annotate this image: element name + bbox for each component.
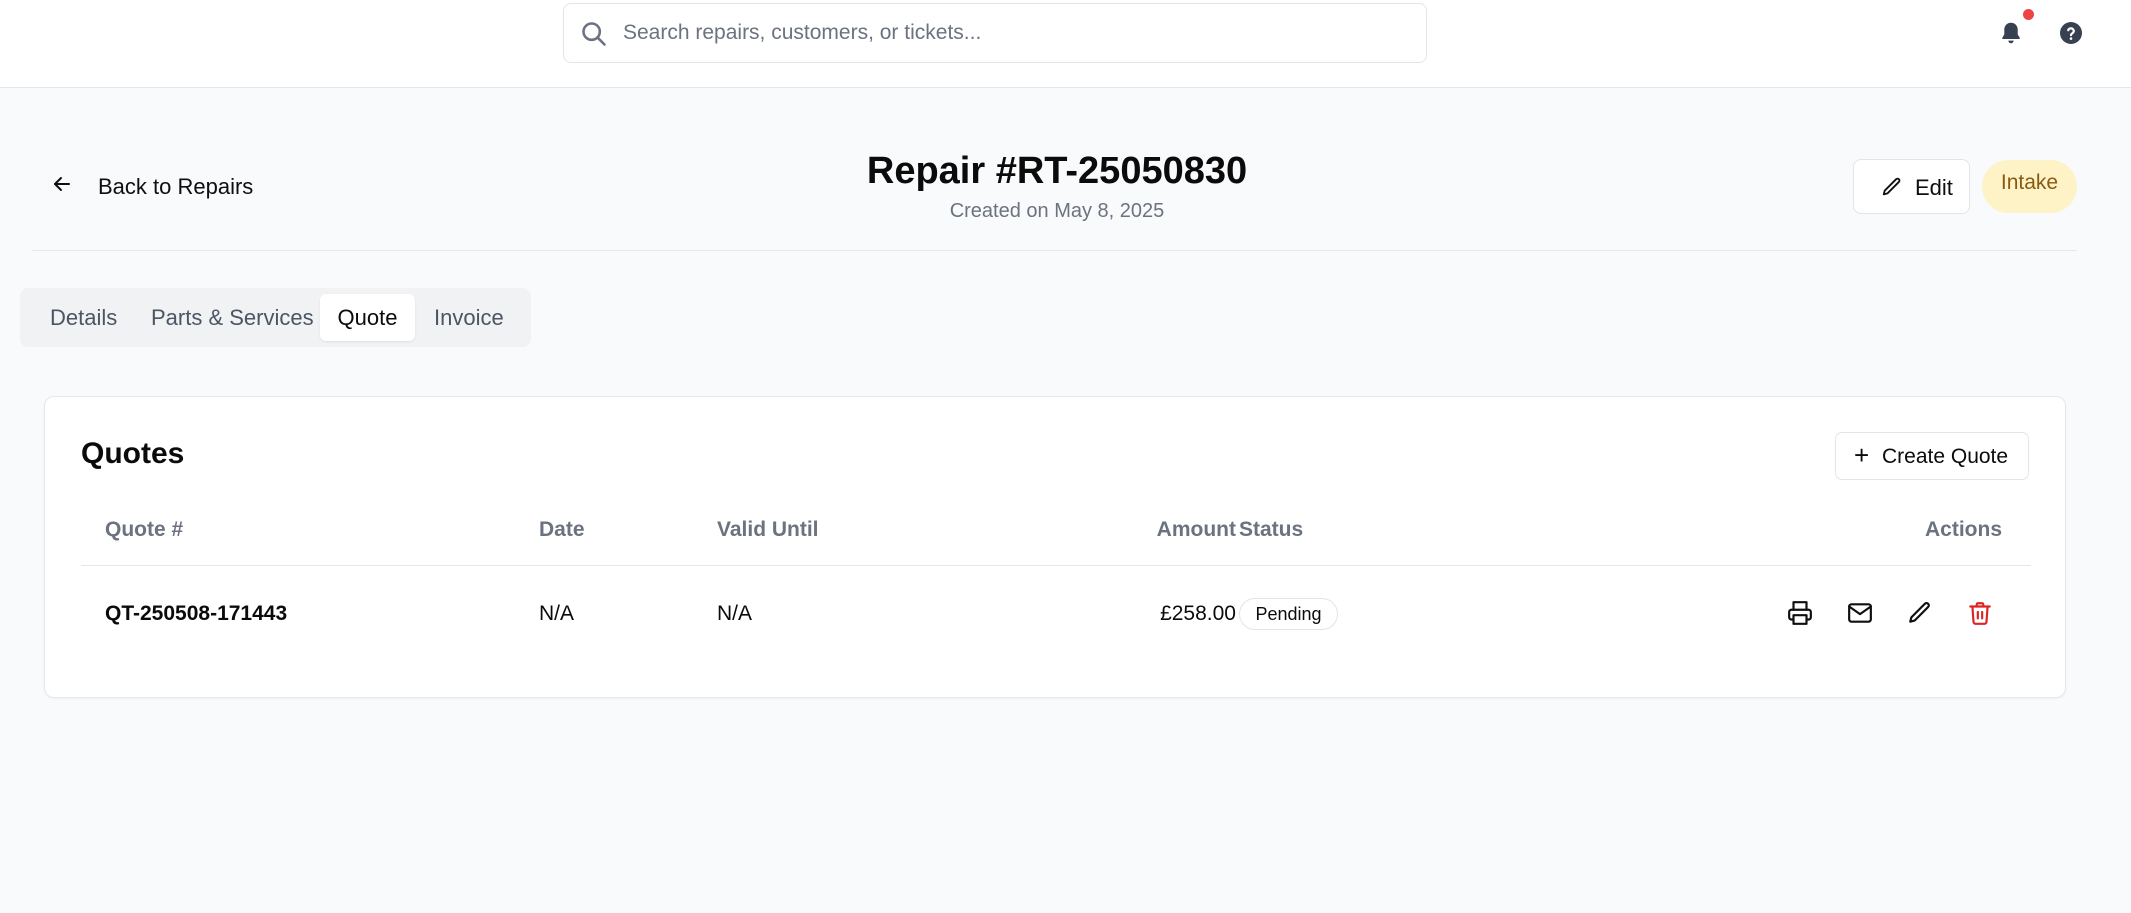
tab-bar: Details Parts & Services Quote Invoice <box>20 288 531 347</box>
quote-status-badge: Pending <box>1239 598 1338 630</box>
column-header-quote-number: Quote # <box>105 518 184 541</box>
header-row-divider <box>81 565 2031 566</box>
column-header-date: Date <box>539 518 585 541</box>
trash-icon[interactable] <box>1967 600 1993 626</box>
quote-number[interactable]: QT-250508-171443 <box>105 602 287 626</box>
quotes-card: Quotes + Create Quote Quote # Date Valid… <box>44 396 2066 698</box>
create-quote-label: Create Quote <box>1882 445 2009 468</box>
quote-valid-until: N/A <box>717 602 753 625</box>
edit-button[interactable]: Edit <box>1853 159 1970 214</box>
page-title: Repair #RT-25050830 <box>866 150 1248 192</box>
header-divider <box>32 250 2077 251</box>
column-header-status: Status <box>1239 518 1304 541</box>
column-header-actions: Actions <box>1925 518 2003 541</box>
tab-invoice[interactable]: Invoice <box>434 294 504 341</box>
plus-icon: + <box>1854 440 1870 470</box>
tab-quote[interactable]: Quote <box>320 294 415 341</box>
tab-parts-services[interactable]: Parts & Services <box>151 294 314 341</box>
search-icon <box>582 22 606 46</box>
quote-amount: £258.00 <box>1160 602 1236 625</box>
top-bar <box>0 0 2131 88</box>
bell-icon[interactable] <box>1998 19 2024 47</box>
column-header-valid-until: Valid Until <box>717 518 819 541</box>
printer-icon[interactable] <box>1787 600 1813 626</box>
pencil-icon <box>1882 177 1901 196</box>
status-badge: Intake <box>1982 160 2077 213</box>
search-input[interactable] <box>623 4 1403 62</box>
pencil-icon[interactable] <box>1907 600 1933 626</box>
quotes-title: Quotes <box>81 437 185 470</box>
quote-date: N/A <box>539 602 575 625</box>
page-subtitle: Created on May 8, 2025 <box>949 200 1165 222</box>
notification-dot <box>2023 9 2034 20</box>
tab-details[interactable]: Details <box>50 294 117 341</box>
search-box[interactable] <box>563 3 1427 63</box>
mail-icon[interactable] <box>1847 600 1873 626</box>
create-quote-button[interactable]: + Create Quote <box>1835 432 2029 480</box>
column-header-amount: Amount <box>1156 518 1236 541</box>
help-circle-icon[interactable] <box>2059 21 2083 45</box>
edit-label: Edit <box>1915 175 1953 200</box>
